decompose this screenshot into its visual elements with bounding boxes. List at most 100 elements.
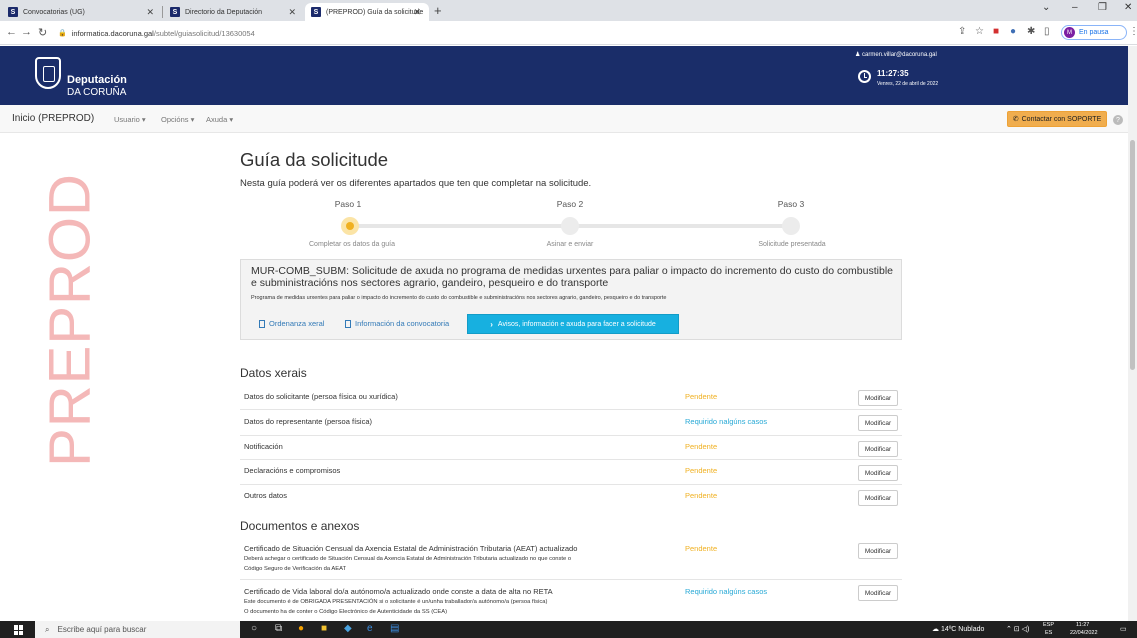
document-row: Certificado de Situación Censual da Axen… (240, 538, 902, 580)
weather-widget[interactable]: ☁ 14ºC Nublado (932, 625, 984, 633)
modificar-button[interactable]: Modificar (858, 465, 898, 481)
step-1-desc: Completar os datos da guía (309, 241, 395, 248)
page-title: Guía da solicitude (240, 149, 389, 170)
browser-toolbar: ← → ↻ 🔒 informatica.dacoruna.gal/subtel/… (0, 21, 1137, 45)
menu-axuda[interactable]: Axuda ▾ (206, 115, 233, 124)
convocatoria-panel: MUR-COMB_SUBM: Solicitude de axuda no pr… (240, 259, 902, 340)
close-window-icon[interactable]: ✕ (1124, 2, 1132, 13)
address-bar[interactable]: 🔒 informatica.dacoruna.gal/subtel/guiaso… (58, 24, 928, 42)
modificar-button[interactable]: Modificar (858, 390, 898, 406)
browser-tab[interactable]: S Convocatorias (UG) ✕ (2, 3, 163, 21)
tab-label: Directorio da Deputación (185, 8, 263, 16)
new-tab-icon[interactable]: + (434, 3, 442, 18)
windows-start-icon[interactable] (14, 625, 24, 635)
browser-menu-icon[interactable]: ⋮ (1129, 26, 1137, 37)
system-tray-icons[interactable]: ⌃ ⊡ ◁) (1006, 625, 1029, 633)
share-icon[interactable]: ⇪ (958, 26, 966, 37)
row-label: Datos do solicitante (persoa física ou x… (244, 392, 398, 401)
modificar-button[interactable]: Modificar (858, 585, 898, 601)
taskbar-search-input[interactable]: ⌕ Escribe aquí para buscar (35, 621, 240, 638)
logo-subtext[interactable]: DA CORUÑA (67, 87, 126, 98)
file-explorer-icon[interactable]: ■ (321, 623, 327, 634)
profile-button[interactable]: M En pausa (1061, 25, 1127, 40)
avatar: M (1064, 27, 1075, 38)
status-badge: Pendente (685, 466, 718, 475)
row-label: Declaracións e compromisos (244, 466, 341, 475)
nav-home-link[interactable]: Inicio (PREPROD) (12, 113, 94, 124)
language-layout[interactable]: ES (1045, 630, 1052, 636)
reload-icon[interactable]: ↻ (38, 26, 47, 39)
row-label: Notificación (244, 442, 283, 451)
status-badge: Pendente (685, 392, 718, 401)
scrollbar-thumb[interactable] (1130, 140, 1135, 370)
preprod-watermark: PREPROD (37, 173, 103, 467)
chrome-icon[interactable]: ● (298, 623, 304, 634)
side-panel-icon[interactable]: ▯ (1044, 26, 1050, 37)
close-tab-icon[interactable]: ✕ (413, 7, 421, 18)
document-note: Este documento é de OBRIGADA PRESENTACIÓ… (244, 599, 548, 605)
edge-icon[interactable]: e (367, 623, 373, 634)
help-icon[interactable]: ? (1113, 115, 1123, 125)
cortana-icon[interactable]: ○ (251, 623, 257, 634)
document-note: O documento ha de conter o Código Electr… (244, 609, 448, 615)
chevron-right-icon: › (490, 319, 493, 329)
step-3-desc: Solicitude presentada (758, 241, 826, 248)
site-favicon-icon: S (8, 7, 18, 17)
avisos-info-button[interactable]: › Avisos, información e axuda para facer… (467, 314, 679, 334)
document-row: Certificado de Vida laboral do/a autónom… (240, 581, 902, 621)
document-note: Deberá achegar o certificado de Situació… (244, 556, 572, 562)
info-convocatoria-link[interactable]: Información da convocatoria (345, 319, 449, 328)
extension-icon[interactable]: ● (1010, 26, 1016, 37)
site-header: Deputación DA CORUÑA ♟ carmen.villar@dac… (0, 46, 1128, 105)
document-label: Certificado de Situación Censual da Axen… (244, 544, 578, 553)
convocatoria-subtitle: Programa de medidas urxentes para paliar… (251, 295, 667, 301)
restore-icon[interactable]: ❐ (1098, 2, 1107, 13)
back-icon[interactable]: ← (6, 26, 17, 38)
status-badge: Pendente (685, 491, 718, 500)
datos-xerais-heading: Datos xerais (240, 366, 307, 380)
status-badge: Pendente (685, 544, 718, 553)
url-path: /subtel/guiasolicitud/13630054 (153, 28, 255, 38)
browser-tab[interactable]: S Directorio da Deputación ✕ (164, 3, 304, 21)
modificar-button[interactable]: Modificar (858, 490, 898, 506)
language-indicator[interactable]: ESP (1043, 622, 1054, 628)
close-tab-icon[interactable]: ✕ (146, 7, 154, 18)
document-icon (259, 319, 265, 328)
taskbar-clock[interactable]: 11:27 (1076, 622, 1089, 628)
document-app-icon[interactable]: ▤ (390, 623, 399, 634)
extensions-puzzle-icon[interactable]: ✱ (1027, 26, 1035, 37)
table-row: Datos do solicitante (persoa física ou x… (240, 384, 902, 410)
task-view-icon[interactable]: ⧉ (275, 623, 282, 634)
logo-text[interactable]: Deputación (67, 74, 127, 86)
step-1-label: Paso 1 (334, 199, 362, 209)
forward-icon[interactable]: → (21, 26, 32, 38)
ordenanza-link[interactable]: Ordenanza xeral (259, 319, 324, 328)
tab-search-icon[interactable]: ⌄ (1042, 2, 1050, 13)
table-row: Outros datos Pendente Modificar (240, 485, 902, 509)
close-tab-icon[interactable]: ✕ (288, 7, 296, 18)
deputacion-logo-icon[interactable] (35, 57, 61, 89)
notifications-icon[interactable]: ▭ (1120, 625, 1127, 633)
step-3-marker (782, 217, 800, 235)
store-icon[interactable]: ◆ (344, 623, 352, 634)
contact-support-button[interactable]: ✆ Contactar con SOPORTE (1007, 111, 1107, 127)
modificar-button[interactable]: Modificar (858, 415, 898, 431)
windows-taskbar: ⌕ Escribe aquí para buscar ○ ⧉ ● ■ ◆ e ▤… (0, 621, 1137, 638)
table-row: Datos do representante (persoa física) R… (240, 410, 902, 436)
bookmark-star-icon[interactable]: ☆ (975, 26, 984, 37)
taskbar-date[interactable]: 22/04/2022 (1070, 630, 1098, 636)
minimize-icon[interactable]: – (1072, 2, 1078, 13)
modificar-button[interactable]: Modificar (858, 441, 898, 457)
tab-label: (PREPROD) Guía da solicitude (326, 8, 424, 16)
documentos-heading: Documentos e anexos (240, 519, 360, 533)
document-label: Certificado de Vida laboral do/a autónom… (244, 587, 553, 596)
browser-tab-active[interactable]: S (PREPROD) Guía da solicitude ✕ (305, 3, 429, 21)
table-row: Declaracións e compromisos Pendente Modi… (240, 460, 902, 485)
main-navbar: Inicio (PREPROD) Usuario ▾ Opcións ▾ Axu… (0, 105, 1128, 133)
modificar-button[interactable]: Modificar (858, 543, 898, 559)
menu-usuario[interactable]: Usuario ▾ (114, 115, 146, 124)
pdf-extension-icon[interactable]: ■ (993, 26, 999, 37)
step-2-marker (561, 217, 579, 235)
menu-opcions[interactable]: Opcións ▾ (161, 115, 194, 124)
document-text-icon (345, 319, 351, 328)
